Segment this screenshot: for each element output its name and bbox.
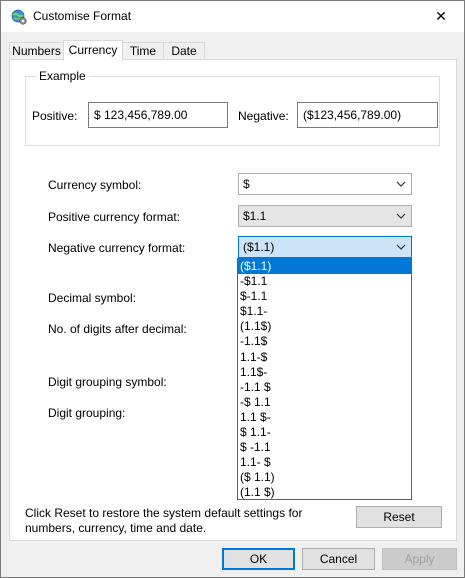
digit-grouping-symbol-label: Digit grouping symbol: xyxy=(48,375,167,389)
positive-format-combo[interactable]: $1.1 xyxy=(238,205,412,227)
list-item[interactable]: $ -1.1 xyxy=(238,440,411,455)
positive-example-field: $ 123,456,789.00 xyxy=(88,102,228,128)
digits-after-decimal-label: No. of digits after decimal: xyxy=(48,322,187,336)
cancel-button[interactable]: Cancel xyxy=(302,548,375,570)
positive-label: Positive: xyxy=(32,109,78,123)
globe-settings-icon xyxy=(11,9,27,25)
example-legend: Example xyxy=(36,69,89,83)
tab-time[interactable]: Time xyxy=(122,42,164,60)
list-item[interactable]: 1.1-$ xyxy=(238,350,411,365)
chevron-down-icon xyxy=(396,181,406,187)
list-item[interactable]: $ 1.1- xyxy=(238,425,411,440)
example-groupbox: Example Positive: $ 123,456,789.00 Negat… xyxy=(25,69,440,146)
negative-label: Negative: xyxy=(238,109,289,123)
chevron-down-icon xyxy=(396,244,406,250)
list-item[interactable]: -1.1$ xyxy=(238,334,411,349)
list-item[interactable]: -$1.1 xyxy=(238,274,411,289)
close-icon: ✕ xyxy=(435,8,447,24)
customise-format-dialog: Customise Format ✕ Numbers Currency Time… xyxy=(0,0,465,578)
currency-symbol-label: Currency symbol: xyxy=(48,178,142,192)
list-item[interactable]: -1.1 $ xyxy=(238,380,411,395)
list-item[interactable]: ($ 1.1) xyxy=(238,470,411,485)
list-item[interactable]: 1.1 $- xyxy=(238,410,411,425)
tab-date[interactable]: Date xyxy=(163,42,205,60)
list-item[interactable]: (1.1 $) xyxy=(238,485,411,500)
list-item[interactable]: 1.1$- xyxy=(238,365,411,380)
reset-info-text: Click Reset to restore the system defaul… xyxy=(25,506,303,535)
digit-grouping-label: Digit grouping: xyxy=(48,406,126,420)
list-item[interactable]: ($1.1) xyxy=(238,259,411,275)
list-item[interactable]: $-1.1 xyxy=(238,289,411,304)
negative-format-label: Negative currency format: xyxy=(48,241,186,255)
positive-format-value: $1.1 xyxy=(243,209,267,223)
negative-format-dropdown-list[interactable]: ($1.1) -$1.1 $-1.1 $1.1- (1.1$) -1.1$ 1.… xyxy=(237,258,412,500)
chevron-down-icon xyxy=(396,213,406,219)
currency-symbol-combo[interactable]: $ xyxy=(238,173,412,195)
list-item[interactable]: 1.1- $ xyxy=(238,455,411,470)
window-title: Customise Format xyxy=(33,9,132,23)
tab-numbers[interactable]: Numbers xyxy=(9,42,64,60)
positive-format-label: Positive currency format: xyxy=(48,210,181,224)
currency-symbol-value: $ xyxy=(243,177,250,191)
list-item[interactable]: -$ 1.1 xyxy=(238,395,411,410)
decimal-symbol-label: Decimal symbol: xyxy=(48,291,137,305)
tab-currency[interactable]: Currency xyxy=(63,40,123,61)
negative-format-combo[interactable]: ($1.1) xyxy=(238,236,412,258)
title-bar: Customise Format ✕ xyxy=(1,1,464,32)
ok-button[interactable]: OK xyxy=(222,548,295,570)
negative-format-value: ($1.1) xyxy=(243,240,275,254)
close-button[interactable]: ✕ xyxy=(418,1,464,32)
negative-example-field: ($123,456,789.00) xyxy=(297,102,438,128)
reset-button[interactable]: Reset xyxy=(356,506,442,528)
apply-button[interactable]: Apply xyxy=(382,548,457,570)
list-item[interactable]: (1.1$) xyxy=(238,319,411,334)
list-item[interactable]: $1.1- xyxy=(238,304,411,319)
